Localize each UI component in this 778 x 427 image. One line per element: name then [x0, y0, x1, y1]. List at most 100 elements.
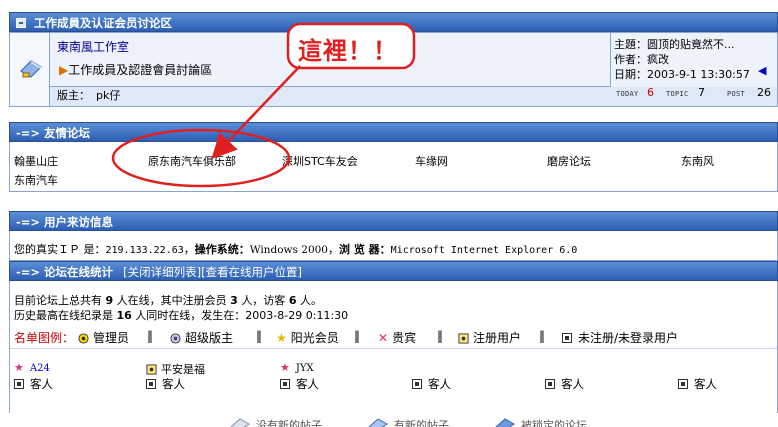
- guest-name: 客人: [296, 377, 319, 391]
- legend-super-mod: 超级版主: [170, 329, 233, 346]
- friend-link[interactable]: 深圳STC车友会: [282, 153, 358, 169]
- folder-icon: [20, 60, 42, 78]
- folder-locked-icon: [495, 418, 515, 427]
- guest-icon: [545, 379, 555, 389]
- section-header-staff: 工作成員及认证会员讨论区: [9, 12, 778, 32]
- legend-separator: ‖: [539, 329, 545, 343]
- legend-text: 注册用户: [473, 331, 522, 345]
- goto-last-post-icon[interactable]: ◀: [758, 64, 766, 77]
- guest-name: 客人: [428, 377, 451, 391]
- record-text: 人同时在线，发生在：2003-8-29 0:11:30: [135, 309, 349, 322]
- moderator-label: 版主：: [57, 89, 90, 102]
- legend-label: 名单图例：: [14, 331, 75, 345]
- browser-value: Microsoft Internet Explorer 6.0: [390, 245, 578, 256]
- os-value: Windows 2000: [249, 244, 328, 256]
- online-guest[interactable]: 客人: [280, 376, 319, 392]
- online-text: 人，访客: [241, 294, 286, 307]
- user-name: JYX: [295, 363, 314, 374]
- topic-count-label: TOPIC: [666, 90, 689, 98]
- forum-name-link[interactable]: 東南風工作室: [57, 38, 129, 55]
- friend-link[interactable]: 原东南汽车俱乐部: [148, 153, 236, 169]
- friend-link[interactable]: 翰墨山庄: [14, 153, 58, 169]
- guest-name: 客人: [30, 377, 53, 391]
- online-user[interactable]: ★ A24: [14, 361, 50, 374]
- moderator-line: 版主： pk仔: [57, 87, 120, 103]
- latest-topic-link[interactable]: 圆顶的贴竟然不...: [647, 38, 735, 51]
- legend-text: 没有新的帖子: [256, 419, 322, 427]
- online-text: 人在线，其中注册会员: [116, 294, 227, 307]
- legend-text: 未注册/未登录用户: [578, 331, 679, 345]
- online-text: 目前论坛上总共有: [14, 294, 102, 307]
- guest-icon: [280, 379, 290, 389]
- guest-icon: [14, 379, 24, 389]
- legend-text: 超级版主: [185, 331, 234, 345]
- online-guest[interactable]: 客人: [146, 376, 185, 392]
- admin-icon: [78, 333, 89, 344]
- online-guest[interactable]: 客人: [14, 376, 53, 392]
- legend-admin: 管理员: [78, 329, 129, 346]
- os-label: 操作系统：: [194, 243, 250, 256]
- view-location-link[interactable]: [查看在线用户位置]: [201, 265, 302, 279]
- legend-separator: ‖: [437, 329, 443, 343]
- friend-links-box: [9, 142, 778, 192]
- subforum-link[interactable]: ▶工作成員及認證會員討論區: [59, 61, 212, 78]
- author-label: 作者：: [614, 53, 647, 66]
- browser-label: 浏 览 器：: [339, 243, 391, 256]
- legend-text: 有新的帖子: [394, 419, 449, 427]
- friend-link[interactable]: 东南汽车: [14, 172, 58, 188]
- today-value: 6: [647, 86, 654, 99]
- vip-star-icon: ★: [14, 361, 24, 374]
- section-header-friends: -=> 友情论坛: [9, 122, 778, 142]
- folder-icon: [230, 418, 250, 427]
- online-title: -=> 论坛在线统计: [16, 265, 114, 279]
- forum-icon-cell: [10, 33, 50, 106]
- online-guest[interactable]: 客人: [545, 376, 584, 392]
- visitor-title: -=> 用户来访信息: [16, 215, 114, 229]
- section-header-visitor: -=> 用户来访信息: [9, 211, 778, 231]
- online-guest[interactable]: 客人: [678, 376, 717, 392]
- registered-icon: [146, 364, 157, 375]
- legend-separator: ‖: [256, 329, 262, 343]
- online-text: 人。: [299, 294, 322, 307]
- date-line: 日期：2003-9-1 13:30:57: [614, 66, 750, 82]
- friends-title: -=> 友情论坛: [16, 126, 91, 140]
- annotation-text: 這裡！！: [298, 37, 398, 65]
- legend-text: 贵宾: [392, 331, 417, 345]
- super-mod-icon: [170, 333, 181, 344]
- guest-icon: [678, 379, 688, 389]
- section-header-online: -=> 论坛在线统计 [关闭详细列表][查看在线用户位置]: [9, 261, 778, 281]
- guest-icon: [562, 333, 572, 343]
- online-count-line: 目前论坛上总共有 9 人在线，其中注册会员 3 人，访客 6 人。: [14, 292, 322, 308]
- author-name[interactable]: 疯改: [647, 53, 669, 66]
- author-line: 作者：疯改: [614, 51, 669, 67]
- friend-link[interactable]: 东南风: [681, 153, 714, 169]
- close-list-link[interactable]: [关闭详细列表]: [123, 265, 201, 279]
- online-user[interactable]: ★ JYX: [280, 361, 314, 374]
- arrow-right-icon: ▶: [59, 63, 69, 77]
- online-members: 3: [230, 294, 238, 307]
- vip-icon: ✕: [378, 331, 389, 345]
- user-name: 平安是福: [161, 363, 205, 376]
- friend-link[interactable]: 车缘网: [415, 153, 448, 169]
- legend-locked: 被锁定的论坛: [495, 417, 587, 427]
- guest-name: 客人: [694, 377, 717, 391]
- online-guests: 6: [288, 294, 297, 307]
- online-user[interactable]: 平安是福: [146, 361, 205, 377]
- legend-separator: ‖: [354, 329, 360, 343]
- friend-link[interactable]: 磨房论坛: [547, 153, 591, 169]
- legend-separator: ‖: [147, 329, 153, 343]
- moderator-name[interactable]: pk仔: [96, 89, 120, 102]
- guest-name: 客人: [561, 377, 584, 391]
- legend-new-posts: 有新的帖子: [368, 417, 449, 427]
- guest-icon: [146, 379, 156, 389]
- legend-vip: ✕ 贵宾: [378, 329, 416, 346]
- topic-label: 主題：: [614, 38, 647, 51]
- online-guest[interactable]: 客人: [412, 376, 451, 392]
- legend-sunshine: ★ 阳光会员: [276, 329, 339, 346]
- vip-star-icon: ★: [280, 361, 290, 374]
- legend-registered: 注册用户: [458, 329, 521, 346]
- record-line: 历史最高在线纪录是 16 人同时在线，发生在：2003-8-29 0:11:30: [14, 307, 348, 323]
- date-label: 日期：: [614, 68, 647, 81]
- collapse-icon[interactable]: [16, 18, 26, 28]
- post-count-label: POST: [727, 90, 746, 98]
